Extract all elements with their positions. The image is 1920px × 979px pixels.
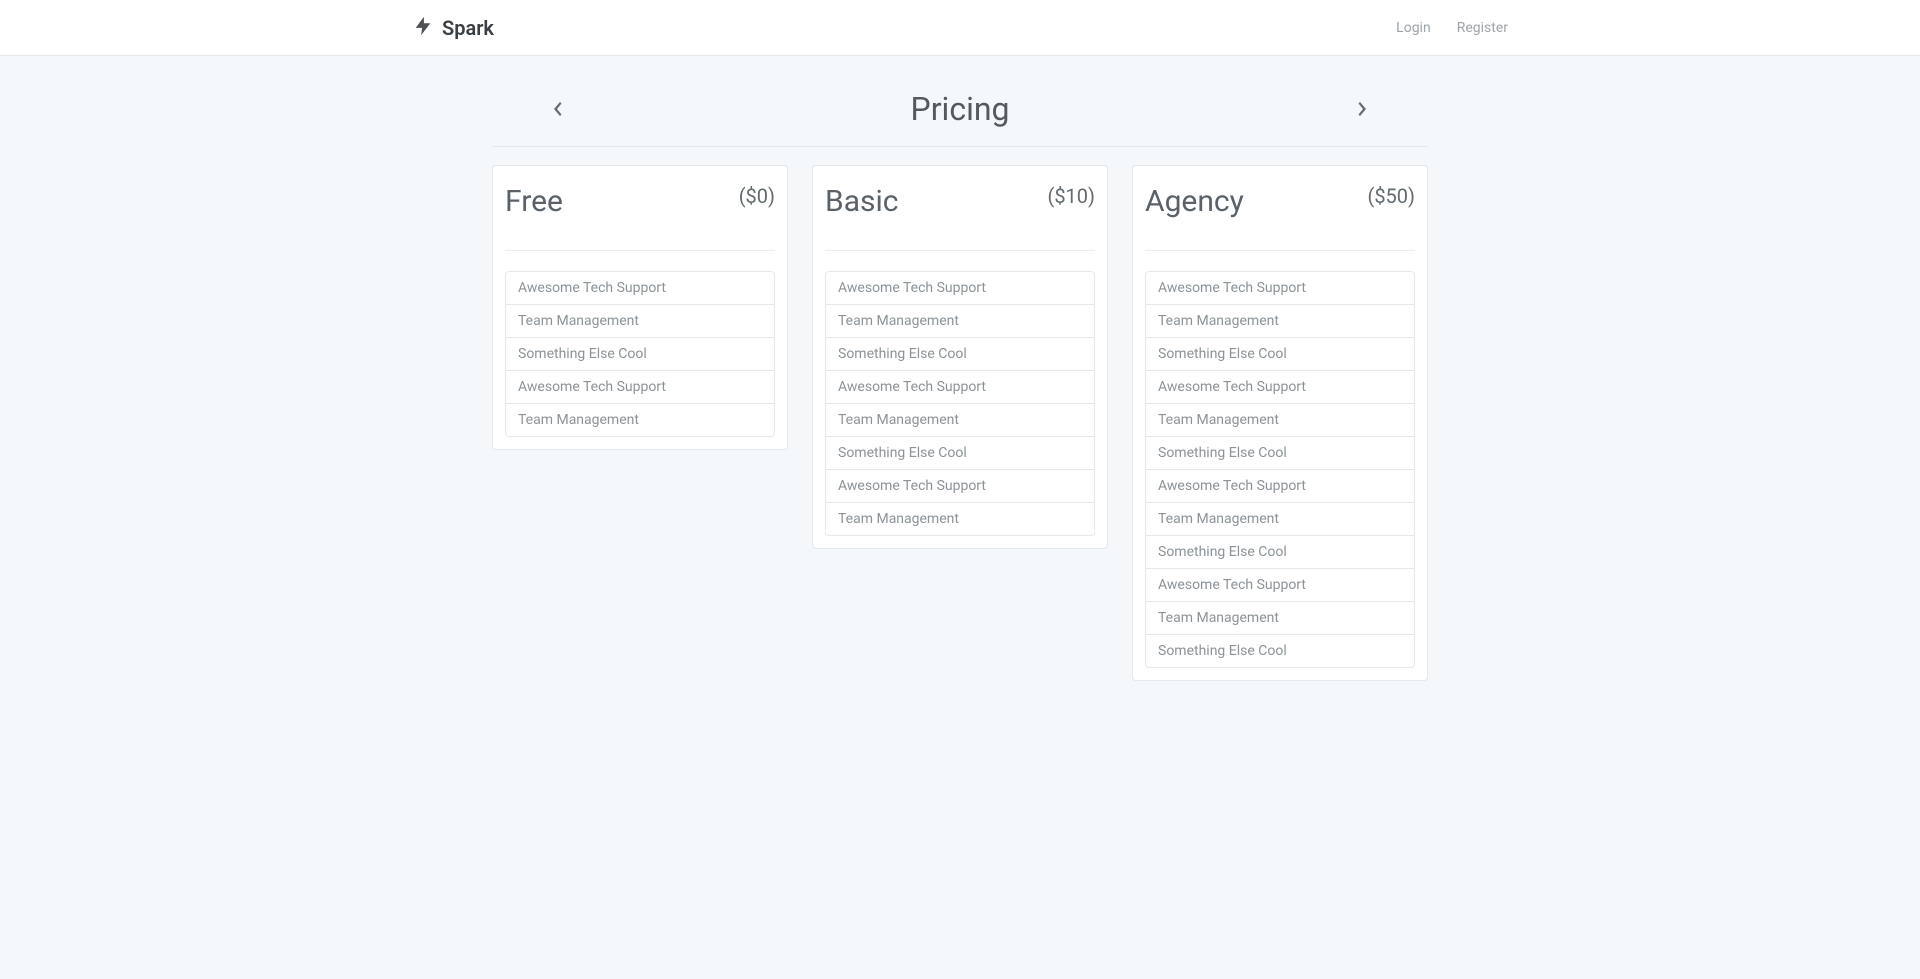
feature-item: Awesome Tech Support bbox=[826, 272, 1094, 305]
feature-item: Something Else Cool bbox=[1146, 536, 1414, 569]
plans-row: Free ($0) Awesome Tech Support Team Mana… bbox=[492, 165, 1428, 681]
feature-item: Team Management bbox=[826, 404, 1094, 437]
plan-name: Agency bbox=[1145, 184, 1244, 220]
next-arrow[interactable] bbox=[1298, 101, 1428, 122]
register-link[interactable]: Register bbox=[1457, 20, 1508, 36]
plan-card-basic: Basic ($10) Awesome Tech Support Team Ma… bbox=[812, 165, 1108, 549]
prev-arrow[interactable] bbox=[492, 101, 622, 122]
feature-item: Team Management bbox=[1146, 602, 1414, 635]
plan-features: Awesome Tech Support Team Management Som… bbox=[505, 271, 775, 437]
plan-card-free: Free ($0) Awesome Tech Support Team Mana… bbox=[492, 165, 788, 450]
feature-item: Something Else Cool bbox=[1146, 635, 1414, 667]
feature-item: Team Management bbox=[506, 404, 774, 436]
nav-links: Login Register bbox=[1396, 20, 1508, 36]
plan-features: Awesome Tech Support Team Management Som… bbox=[825, 271, 1095, 536]
plan-header: Basic ($10) bbox=[825, 178, 1095, 251]
feature-item: Team Management bbox=[826, 503, 1094, 535]
feature-item: Team Management bbox=[1146, 503, 1414, 536]
plan-price: ($10) bbox=[1047, 184, 1095, 208]
plan-header: Agency ($50) bbox=[1145, 178, 1415, 251]
feature-item: Team Management bbox=[1146, 305, 1414, 338]
feature-item: Something Else Cool bbox=[826, 338, 1094, 371]
feature-item: Awesome Tech Support bbox=[1146, 272, 1414, 305]
feature-item: Something Else Cool bbox=[506, 338, 774, 371]
feature-item: Something Else Cool bbox=[1146, 338, 1414, 371]
plan-price: ($0) bbox=[739, 184, 775, 208]
navbar-inner: Spark Login Register bbox=[342, 15, 1578, 41]
plan-price: ($50) bbox=[1367, 184, 1415, 208]
chevron-left-icon bbox=[552, 101, 562, 117]
content: Pricing Free ($0) Awesome Tech Support T… bbox=[492, 56, 1428, 721]
feature-item: Something Else Cool bbox=[826, 437, 1094, 470]
feature-item: Team Management bbox=[506, 305, 774, 338]
plan-name: Basic bbox=[825, 184, 899, 220]
pricing-header-row: Pricing bbox=[492, 76, 1428, 147]
feature-item: Awesome Tech Support bbox=[1146, 569, 1414, 602]
plan-features: Awesome Tech Support Team Management Som… bbox=[1145, 271, 1415, 668]
feature-item: Team Management bbox=[1146, 404, 1414, 437]
page-title: Pricing bbox=[622, 90, 1298, 128]
feature-item: Something Else Cool bbox=[1146, 437, 1414, 470]
feature-item: Awesome Tech Support bbox=[1146, 371, 1414, 404]
login-link[interactable]: Login bbox=[1396, 20, 1431, 36]
feature-item: Awesome Tech Support bbox=[826, 470, 1094, 503]
plan-card-agency: Agency ($50) Awesome Tech Support Team M… bbox=[1132, 165, 1428, 681]
plan-header: Free ($0) bbox=[505, 178, 775, 251]
feature-item: Awesome Tech Support bbox=[506, 272, 774, 305]
feature-item: Awesome Tech Support bbox=[826, 371, 1094, 404]
chevron-right-icon bbox=[1358, 101, 1368, 117]
brand-name: Spark bbox=[442, 16, 494, 40]
bolt-icon bbox=[412, 15, 434, 41]
feature-item: Awesome Tech Support bbox=[506, 371, 774, 404]
feature-item: Awesome Tech Support bbox=[1146, 470, 1414, 503]
feature-item: Team Management bbox=[826, 305, 1094, 338]
navbar: Spark Login Register bbox=[0, 0, 1920, 56]
brand-link[interactable]: Spark bbox=[412, 15, 494, 41]
plan-name: Free bbox=[505, 184, 563, 220]
